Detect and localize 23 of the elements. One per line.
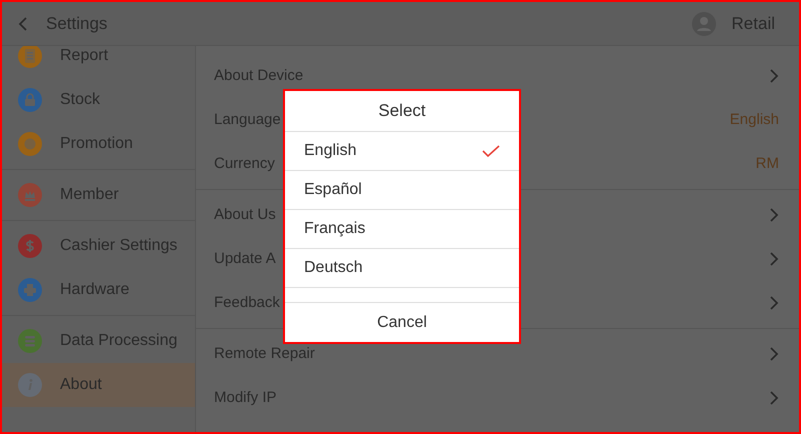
language-option[interactable]: Deutsch: [285, 249, 519, 288]
chevron-right-icon: [769, 390, 779, 406]
chevron-right-icon: [769, 68, 779, 84]
setting-value: English: [730, 110, 779, 130]
setting-label[interactable]: About Us: [214, 204, 276, 226]
setting-label[interactable]: Remote Repair: [214, 342, 315, 366]
language-option[interactable]: English: [285, 132, 519, 171]
setting-label[interactable]: Currency: [214, 152, 275, 176]
chevron-right-icon: [769, 346, 779, 362]
setting-value: RM: [756, 154, 779, 174]
language-option[interactable]: Français: [285, 210, 519, 249]
setting-label[interactable]: Update A: [214, 248, 276, 270]
cancel-button[interactable]: Cancel: [285, 303, 519, 342]
dialog-title: Select: [378, 100, 426, 122]
setting-label[interactable]: Modify IP: [214, 386, 277, 410]
setting-label[interactable]: Feedback: [214, 292, 280, 314]
setting-label[interactable]: About Device: [214, 64, 304, 88]
language-option[interactable]: Español: [285, 171, 519, 210]
chevron-right-icon: [769, 251, 779, 267]
setting-label[interactable]: Language: [214, 108, 281, 132]
chevron-right-icon: [769, 295, 779, 311]
sidebar-item[interactable]: About: [2, 363, 195, 407]
chevron-right-icon: [769, 207, 779, 223]
